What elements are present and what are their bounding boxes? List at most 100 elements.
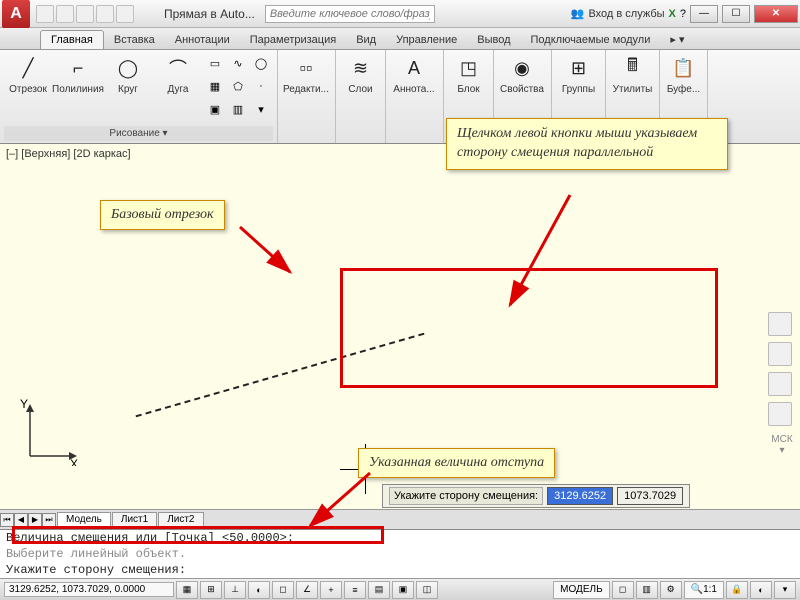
maximize-button[interactable]: ☐	[722, 5, 750, 23]
ellipse-icon[interactable]: ◯	[250, 52, 272, 74]
nav-last-icon[interactable]: ⏭	[42, 513, 56, 527]
grid-toggle-icon[interactable]: ⊞	[200, 581, 222, 599]
polar-toggle-icon[interactable]: ◐	[248, 581, 270, 599]
status-icon-e[interactable]: ◐	[750, 581, 772, 599]
status-coords[interactable]: 3129.6252, 1073.7029, 0.0000	[4, 582, 174, 597]
tab-annotate[interactable]: Аннотации	[165, 31, 240, 49]
tool-circle[interactable]: ◯Круг	[104, 52, 152, 97]
rect-icon[interactable]: ▭	[204, 52, 226, 74]
arrow-to-base	[230, 222, 310, 295]
qat-new-icon[interactable]	[36, 5, 54, 23]
dyn-prompt: Укажите сторону смещения:	[389, 487, 543, 505]
tab-view[interactable]: Вид	[346, 31, 386, 49]
snap-toggle-icon[interactable]: ▦	[176, 581, 198, 599]
more-icon[interactable]: ▾	[250, 98, 272, 120]
navwheel-icon[interactable]	[768, 312, 792, 336]
region-icon[interactable]: ▣	[204, 98, 226, 120]
tool-props[interactable]: ◉Свойства	[498, 52, 546, 97]
status-icon-b[interactable]: ▥	[636, 581, 658, 599]
qat-save-icon[interactable]	[76, 5, 94, 23]
tool-line[interactable]: ╱Отрезок	[4, 52, 52, 97]
tool-block[interactable]: ◳Блок	[448, 52, 489, 97]
status-icon-f[interactable]: ▾	[774, 581, 796, 599]
tab-sheet2[interactable]: Лист2	[158, 512, 203, 527]
draw-extra-grid: ▭ ∿ ◯ ▦ ⬠ · ▣ ▥ ▾	[204, 52, 272, 120]
search-input[interactable]	[265, 5, 435, 23]
sc-toggle-icon[interactable]: ◫	[416, 581, 438, 599]
circle-icon: ◯	[114, 54, 142, 82]
tab-parametric[interactable]: Параметризация	[240, 31, 346, 49]
annot-icon: A	[400, 54, 428, 82]
edit-icon: ▫▫	[292, 54, 320, 82]
app-icon[interactable]: A	[2, 0, 30, 28]
pan-icon[interactable]	[768, 342, 792, 366]
nav-first-icon[interactable]: ⏮	[0, 513, 14, 527]
minimize-button[interactable]: —	[690, 5, 718, 23]
tool-arc[interactable]: ⌒Дуга	[154, 52, 202, 97]
status-icon-d[interactable]: 🔒	[726, 581, 748, 599]
ortho-toggle-icon[interactable]: ⊥	[224, 581, 246, 599]
tab-manage[interactable]: Управление	[386, 31, 467, 49]
layers-icon: ≋	[347, 54, 375, 82]
tool-layers[interactable]: ≋Слои	[340, 52, 381, 97]
tool-edit[interactable]: ▫▫Редакти...	[282, 52, 330, 97]
close-button[interactable]: ✕	[754, 5, 798, 23]
block-icon: ◳	[455, 54, 483, 82]
tool-buffer[interactable]: 📋Буфе...	[664, 52, 703, 97]
transp-toggle-icon[interactable]: ▤	[368, 581, 390, 599]
login-icon[interactable]: 👥	[571, 7, 585, 20]
tab-insert[interactable]: Вставка	[104, 31, 165, 49]
status-bar: 3129.6252, 1073.7029, 0.0000 ▦ ⊞ ⊥ ◐ ◻ ∠…	[0, 578, 800, 600]
point-icon[interactable]: ·	[250, 75, 272, 97]
callout-base-segment: Базовый отрезок	[100, 200, 225, 230]
tool-groups[interactable]: ⊞Группы	[556, 52, 601, 97]
dyn-x-value[interactable]: 3129.6252	[547, 487, 613, 505]
hatch-icon[interactable]: ▦	[204, 75, 226, 97]
qp-toggle-icon[interactable]: ▣	[392, 581, 414, 599]
login-link[interactable]: Вход в службы	[588, 8, 664, 20]
polyline-icon: ⌐	[64, 54, 92, 82]
tab-overflow-icon[interactable]: ▸ ▾	[660, 30, 694, 49]
tab-plugins[interactable]: Подключаемые модули	[521, 31, 661, 49]
svg-text:Y: Y	[20, 397, 28, 411]
dyn-toggle-icon[interactable]: +	[320, 581, 342, 599]
ribbon-tabs: Главная Вставка Аннотации Параметризация…	[0, 28, 800, 50]
window-title: Прямая в Auto...	[164, 7, 255, 21]
orbit-icon[interactable]	[768, 402, 792, 426]
help-icon[interactable]: ?	[680, 8, 686, 20]
coord-system-label[interactable]: МСК ▾	[768, 432, 796, 458]
polygon-icon[interactable]: ⬠	[227, 75, 249, 97]
dynamic-input: Укажите сторону смещения: 3129.6252 1073…	[382, 484, 690, 508]
zoom-icon[interactable]	[768, 372, 792, 396]
dyn-y-value[interactable]: 1073.7029	[617, 487, 683, 505]
table-icon[interactable]: ▥	[227, 98, 249, 120]
tab-sheet1[interactable]: Лист1	[112, 512, 157, 527]
lwt-toggle-icon[interactable]: ≡	[344, 581, 366, 599]
qat-redo-icon[interactable]	[116, 5, 134, 23]
layout-nav: ⏮ ◀ ▶ ⏭	[0, 513, 56, 527]
tab-home[interactable]: Главная	[40, 30, 104, 49]
osnap-toggle-icon[interactable]: ◻	[272, 581, 294, 599]
exchange-icon[interactable]: X	[669, 8, 676, 20]
status-scale[interactable]: 🔍 1:1	[684, 581, 724, 599]
nav-prev-icon[interactable]: ◀	[14, 513, 28, 527]
spline-icon[interactable]: ∿	[227, 52, 249, 74]
status-icon-a[interactable]: ◻	[612, 581, 634, 599]
otrack-toggle-icon[interactable]: ∠	[296, 581, 318, 599]
nav-next-icon[interactable]: ▶	[28, 513, 42, 527]
cmd-current[interactable]: Укажите сторону смещения:	[0, 562, 800, 578]
quick-access-toolbar	[36, 5, 134, 23]
tool-annot[interactable]: AАннота...	[390, 52, 438, 97]
tab-output[interactable]: Вывод	[467, 31, 520, 49]
viewport-label[interactable]: [–] [Верхняя] [2D каркас]	[6, 148, 131, 160]
tool-polyline[interactable]: ⌐Полилиния	[54, 52, 102, 97]
status-icon-c[interactable]: ⚙	[660, 581, 682, 599]
arc-icon: ⌒	[164, 54, 192, 82]
tool-utils[interactable]: 🖩Утилиты	[610, 52, 655, 97]
qat-open-icon[interactable]	[56, 5, 74, 23]
callout-offset-side: Щелчком левой кнопки мыши указываем стор…	[446, 118, 728, 170]
status-model[interactable]: МОДЕЛЬ	[553, 581, 609, 599]
tab-model[interactable]: Модель	[57, 512, 111, 527]
panel-label-draw[interactable]: Рисование ▾	[4, 126, 273, 141]
qat-undo-icon[interactable]	[96, 5, 114, 23]
